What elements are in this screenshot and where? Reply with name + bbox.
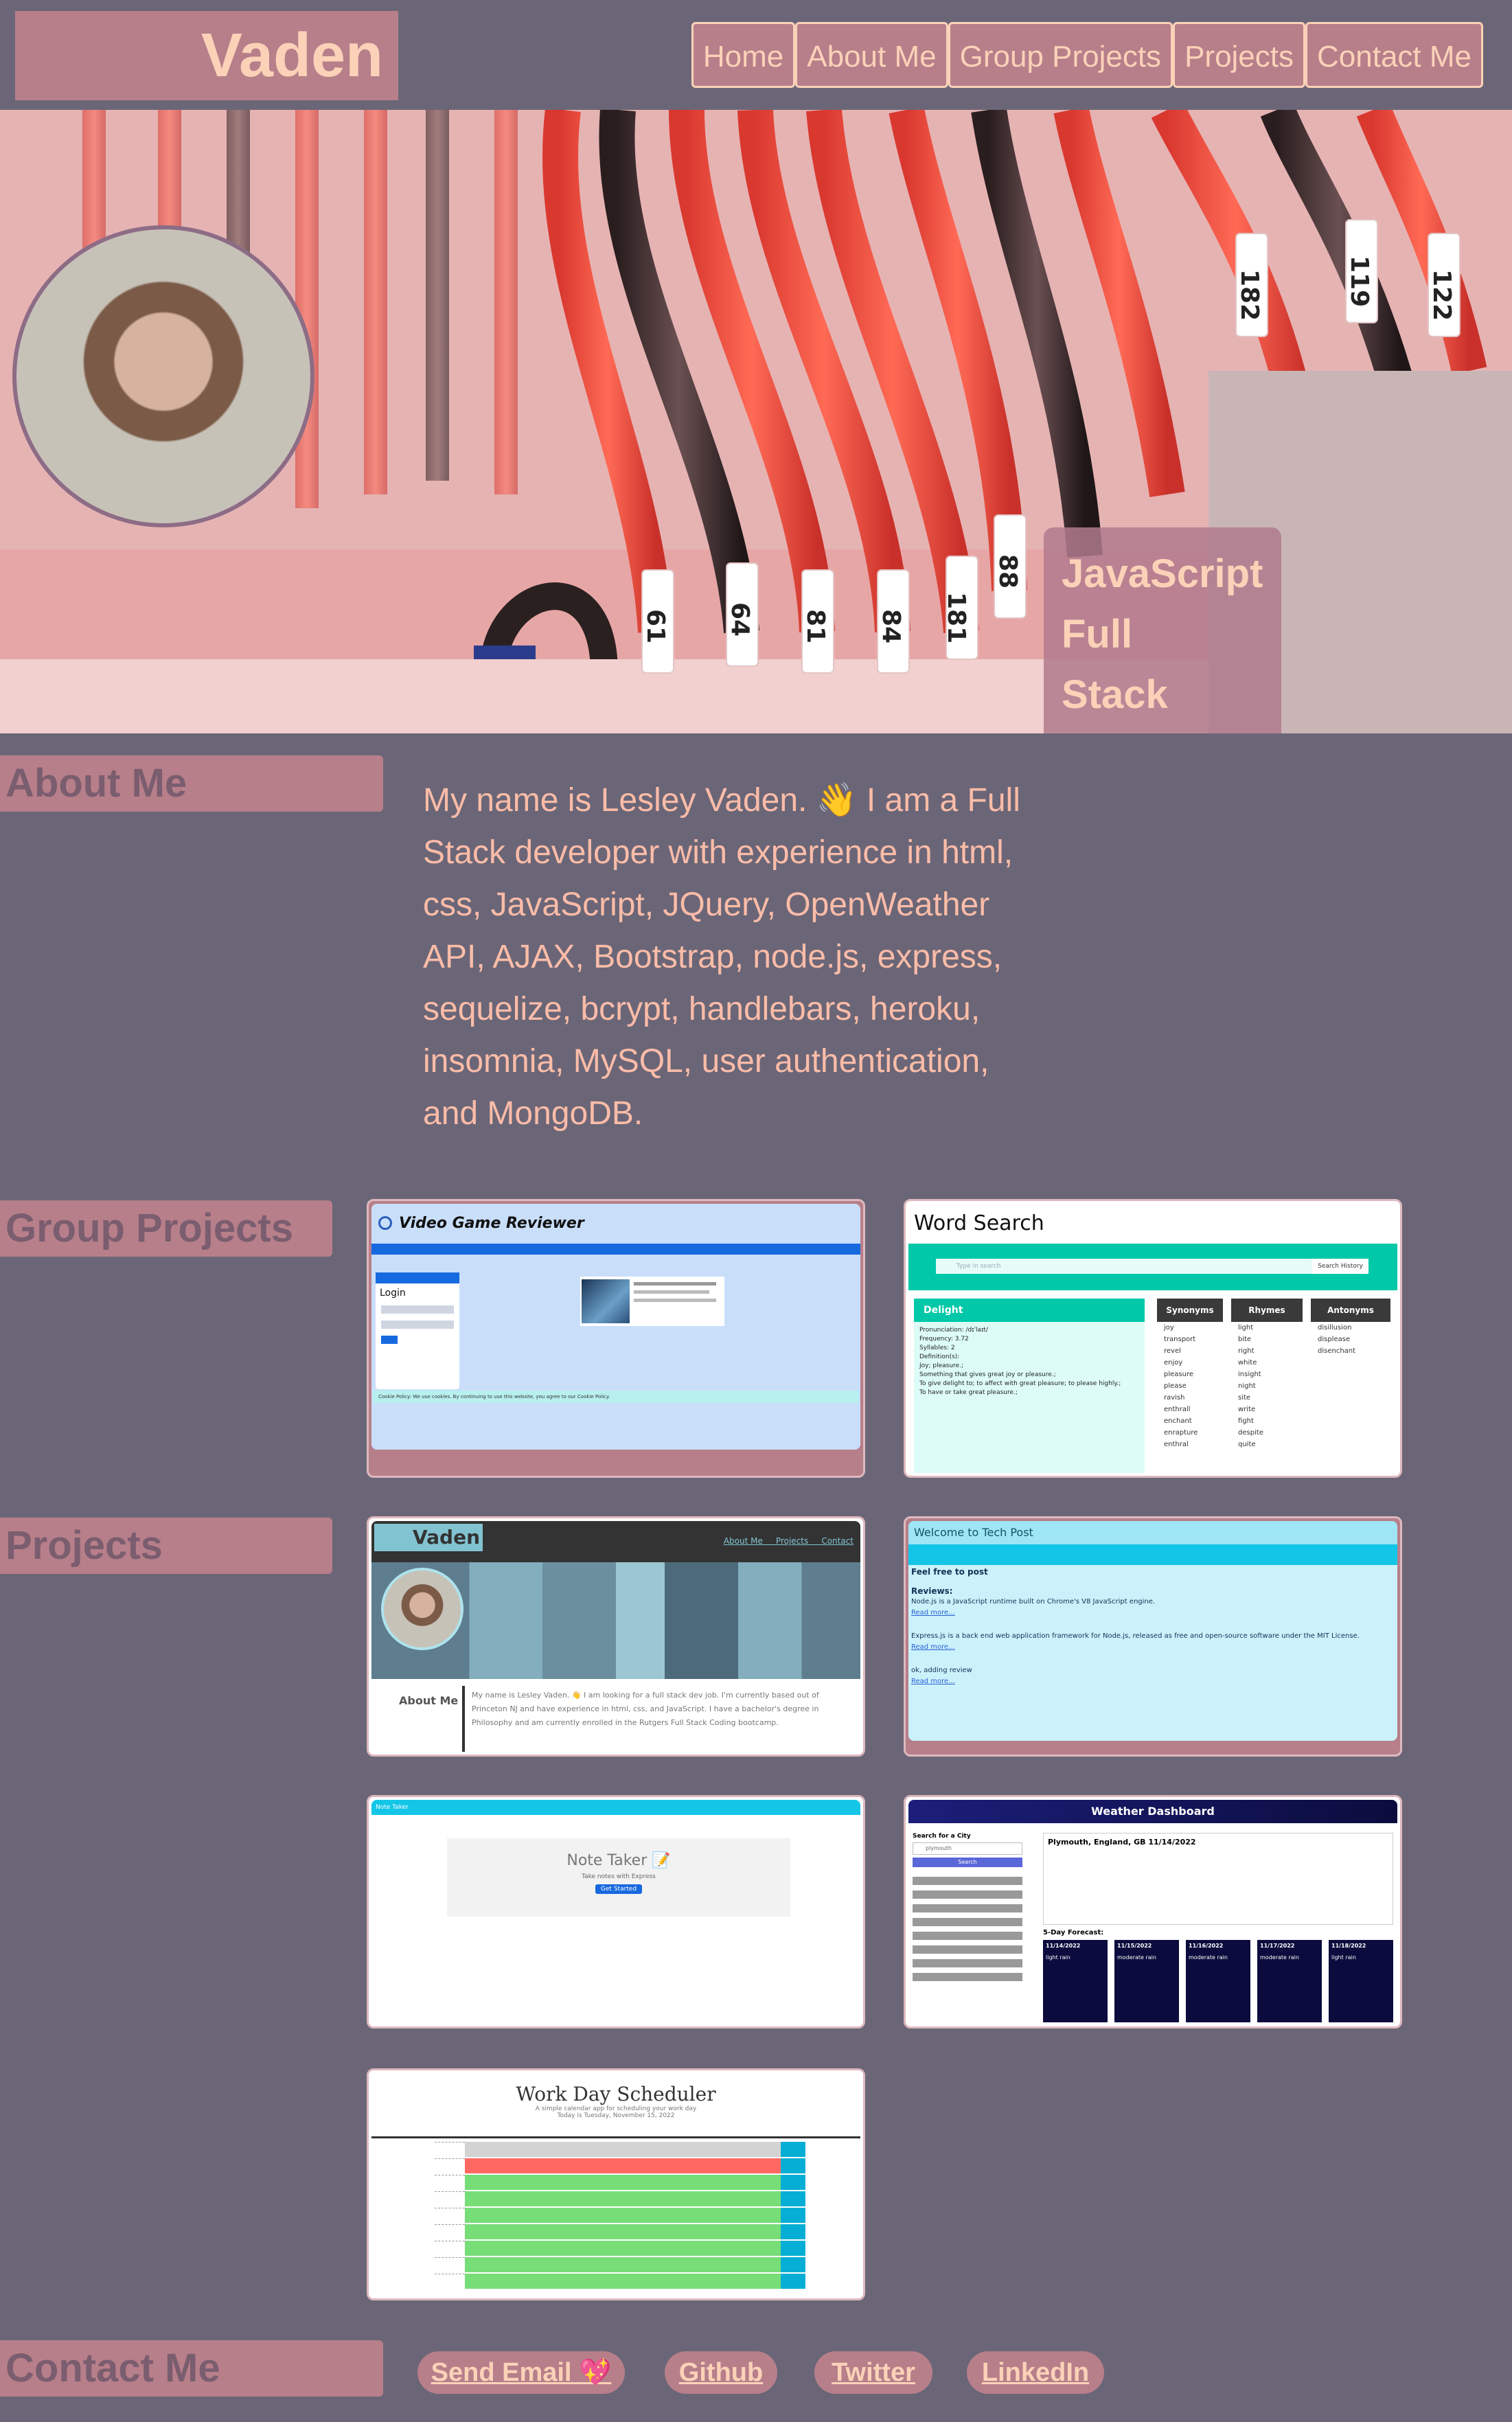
timeblock bbox=[435, 2175, 805, 2190]
about-text: My name is Lesley Vaden. 👋 I am a Full S… bbox=[423, 782, 1020, 1132]
hero-tagline: JavaScript Full Stack Developer bbox=[1044, 527, 1281, 733]
timeblock bbox=[435, 2224, 805, 2239]
ws-details: Pronunciation: /dɪˈlaɪt/ Frequency: 3.72… bbox=[919, 1327, 1121, 1396]
timeblock bbox=[435, 2274, 805, 2289]
timeblock bbox=[435, 2257, 805, 2272]
ws-search-input[interactable]: Type in search bbox=[936, 1259, 1314, 1274]
cable-label: 61 bbox=[641, 609, 669, 643]
github-link[interactable]: Github bbox=[665, 2351, 777, 2394]
vg-login-box: Login bbox=[376, 1272, 459, 1389]
video-game-screenshot: Video Game Reviewer Login Cookie Policy:… bbox=[371, 1204, 860, 1450]
brand-logo[interactable]: Vaden bbox=[15, 11, 398, 100]
wd-forecast: 11/14/2022 light rain 11/15/2022 moderate … bbox=[1043, 1940, 1393, 2022]
wd-forecast-day: 11/14/2022 light rain bbox=[1043, 1940, 1108, 2022]
pf-avatar bbox=[381, 1568, 463, 1650]
ws-rhymes-column: Rhymes light bite right white insight night si… bbox=[1231, 1299, 1303, 1473]
nt-navbar: Note Taker bbox=[371, 1800, 860, 1815]
pf-navbar: Vaden About Me Projects Contact bbox=[371, 1521, 860, 1562]
wd-search-button[interactable]: Search bbox=[913, 1858, 1022, 1867]
cable-label: 182 bbox=[1235, 269, 1263, 321]
wd-forecast-day: 11/15/2022 moderate rain bbox=[1114, 1940, 1179, 2022]
pf-about: About Me My name is Lesley Vaden. 👋 I am… bbox=[371, 1679, 860, 1752]
timeblock bbox=[435, 2191, 805, 2206]
pf-brand: Vaden bbox=[374, 1524, 483, 1551]
scheduler-screenshot: Work Day Scheduler A simple calendar app… bbox=[371, 2073, 860, 2296]
project-card-note-taker[interactable]: Note Taker Note Taker 📝 Take notes with … bbox=[367, 1795, 865, 2029]
wd-forecast-day: 11/16/2022 moderate rain bbox=[1186, 1940, 1250, 2022]
ws-definition-panel: Delight Pronunciation: /dɪˈlaɪt/ Frequen… bbox=[914, 1299, 1145, 1473]
nav-home[interactable]: Home bbox=[691, 22, 796, 88]
cable-label: 64 bbox=[726, 602, 754, 637]
ws-title: Word Search bbox=[914, 1211, 1044, 1235]
cable-label: 119 bbox=[1345, 255, 1373, 307]
project-card-tech-post[interactable]: Welcome to Tech Post Feel free to post R… bbox=[904, 1516, 1402, 1757]
weather-screenshot: Weather Dashboard Search for a City plym… bbox=[908, 1800, 1397, 2024]
cable-label: 88 bbox=[994, 554, 1022, 589]
project-card-video-game-reviewer[interactable]: Video Game Reviewer Login Cookie Policy:… bbox=[367, 1199, 865, 1478]
contact-heading: Contact Me bbox=[0, 2340, 383, 2397]
vg-blue-bar bbox=[371, 1244, 860, 1255]
nt-get-started-button[interactable]: Get Started bbox=[595, 1884, 643, 1894]
twitter-link[interactable]: Twitter bbox=[814, 2351, 932, 2394]
project-card-portfolio[interactable]: Vaden About Me Projects Contact About Me… bbox=[367, 1516, 865, 1757]
projects-heading: Projects bbox=[0, 1518, 332, 1574]
cable-label: 81 bbox=[801, 609, 829, 643]
hero-banner: 61 64 81 84 181 88 182 119 122 JavaScrip… bbox=[0, 110, 1512, 733]
wd-forecast-day: 11/17/2022 moderate rain bbox=[1257, 1940, 1322, 2022]
timeblock bbox=[435, 2208, 805, 2223]
send-email-link[interactable]: Send Email 💖 bbox=[417, 2351, 625, 2394]
nav-about-me[interactable]: About Me bbox=[795, 22, 948, 88]
cable-label: 84 bbox=[877, 609, 905, 643]
tp-content: Feel free to post Reviews: Node.js is a … bbox=[911, 1567, 1360, 1685]
ws-synonyms-column: Synonyms joy transport revel enjoy pleasure p… bbox=[1157, 1299, 1223, 1473]
tagline-line: Stack bbox=[1062, 672, 1168, 717]
ws-search-bar: Type in search Search History bbox=[908, 1244, 1397, 1290]
tech-post-screenshot: Welcome to Tech Post Feel free to post R… bbox=[908, 1521, 1397, 1741]
wd-current-weather: Plymouth, England, GB 11/14/2022 bbox=[1043, 1833, 1393, 1925]
tp-title: Welcome to Tech Post bbox=[908, 1521, 1397, 1544]
profile-avatar bbox=[12, 225, 314, 527]
pf-links: About Me Projects Contact bbox=[723, 1536, 854, 1546]
nav-contact-me[interactable]: Contact Me bbox=[1305, 22, 1483, 88]
wd-forecast-label: 5-Day Forecast: bbox=[1043, 1929, 1104, 1937]
wd-search-input[interactable]: plymouth bbox=[913, 1842, 1022, 1855]
pf-hero bbox=[371, 1562, 860, 1679]
ws-history-button[interactable]: Search History bbox=[1312, 1259, 1368, 1274]
controller-icon bbox=[378, 1216, 392, 1230]
timeblock bbox=[435, 2158, 805, 2173]
wd-sidebar: Search for a City plymouth Search bbox=[913, 1833, 1022, 1981]
vg-title: Video Game Reviewer bbox=[399, 1215, 584, 1232]
nav-group-projects[interactable]: Group Projects bbox=[948, 22, 1173, 88]
linkedin-link[interactable]: LinkedIn bbox=[967, 2351, 1104, 2394]
timeblock bbox=[435, 2142, 805, 2157]
ws-antonyms-column: Antonyms disillusion displease disenchant bbox=[1311, 1299, 1390, 1473]
cable-label: 122 bbox=[1428, 269, 1456, 321]
nav-projects[interactable]: Projects bbox=[1173, 22, 1306, 88]
wd-title: Weather Dashboard bbox=[908, 1800, 1397, 1823]
ws-word: Delight bbox=[914, 1299, 1145, 1322]
wd-forecast-day: 11/18/2022 light rain bbox=[1329, 1940, 1393, 2022]
vg-navbar: Video Game Reviewer bbox=[371, 1204, 860, 1244]
timeblock bbox=[435, 2241, 805, 2256]
ws-timeblocks bbox=[435, 2142, 805, 2290]
vg-cookie-banner: Cookie Policy: We use cookies. By contin… bbox=[373, 1391, 859, 1403]
tagline-line: Developer bbox=[1062, 725, 1263, 733]
tp-navbar bbox=[908, 1544, 1397, 1565]
project-card-word-search[interactable]: Word Search Type in search Search Histor… bbox=[904, 1199, 1402, 1478]
tagline-line: JavaScript bbox=[1062, 551, 1263, 596]
project-card-weather-dashboard[interactable]: Weather Dashboard Search for a City plym… bbox=[904, 1795, 1402, 2029]
ws-jumbotron: Work Day Scheduler A simple calendar app… bbox=[371, 2073, 860, 2138]
about-heading: About Me bbox=[0, 755, 383, 812]
main-nav: Home About Me Group Projects Projects Co… bbox=[691, 22, 1483, 88]
vg-game-card bbox=[580, 1277, 724, 1326]
cable-label: 181 bbox=[942, 592, 970, 643]
note-taker-screenshot: Note Taker Note Taker 📝 Take notes with … bbox=[371, 1800, 860, 2024]
nt-jumbotron: Note Taker 📝 Take notes with Express Get… bbox=[447, 1838, 790, 1917]
tagline-line: Full bbox=[1062, 612, 1133, 656]
vg-login-label: Login bbox=[380, 1288, 406, 1299]
project-card-work-day-scheduler[interactable]: Work Day Scheduler A simple calendar app… bbox=[367, 2068, 865, 2300]
group-projects-heading: Group Projects bbox=[0, 1200, 332, 1257]
portfolio-screenshot: Vaden About Me Projects Contact About Me… bbox=[371, 1521, 860, 1752]
word-search-screenshot: Word Search Type in search Search Histor… bbox=[908, 1204, 1397, 1473]
